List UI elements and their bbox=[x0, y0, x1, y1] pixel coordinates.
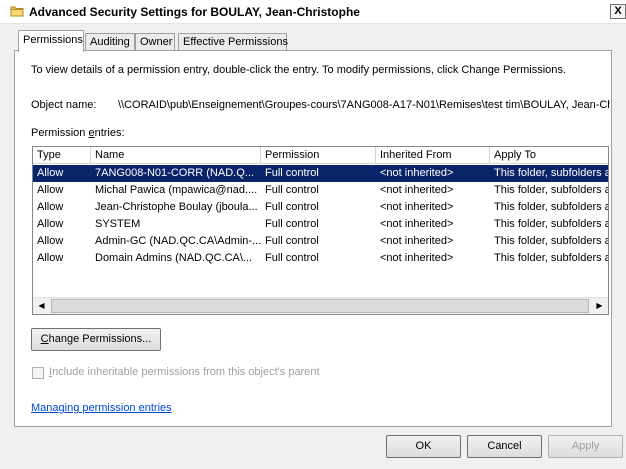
cell-apply-to: This folder, subfolders and files bbox=[494, 235, 608, 247]
scroll-right-button[interactable]: ▶ bbox=[591, 298, 608, 314]
change-permissions-button[interactable]: Change Permissions... bbox=[31, 328, 161, 351]
cell-permission: Full control bbox=[265, 235, 319, 247]
tab-auditing[interactable]: Auditing bbox=[85, 33, 135, 51]
include-inheritable-label: Include inheritable permissions from thi… bbox=[49, 366, 320, 378]
cell-apply-to: This folder, subfolders and files bbox=[494, 184, 608, 196]
cell-inherited-from: <not inherited> bbox=[380, 235, 454, 247]
cell-name: Domain Admins (NAD.QC.CA\... bbox=[95, 252, 253, 264]
table-row[interactable]: Allow 7ANG008-N01-CORR (NAD.Q... Full co… bbox=[33, 165, 608, 182]
cell-inherited-from: <not inherited> bbox=[380, 252, 454, 264]
cell-permission: Full control bbox=[265, 201, 319, 213]
chevron-left-icon: ◀ bbox=[38, 301, 45, 310]
table-row[interactable]: Allow Jean-Christophe Boulay (jboula... … bbox=[33, 199, 608, 216]
managing-permissions-link[interactable]: Managing permission entries bbox=[31, 402, 172, 414]
entries-label-part1: Permission bbox=[31, 127, 89, 139]
tab-effective-permissions-label: Effective Permissions bbox=[183, 36, 288, 48]
cell-inherited-from: <not inherited> bbox=[380, 167, 454, 179]
title-bar: Advanced Security Settings for BOULAY, J… bbox=[0, 0, 626, 24]
tab-permissions-label: Permissions bbox=[23, 34, 83, 46]
cell-permission: Full control bbox=[265, 252, 319, 264]
column-header-name[interactable]: Name bbox=[91, 147, 261, 164]
cell-type: Allow bbox=[37, 252, 64, 264]
close-icon: X bbox=[614, 5, 622, 17]
tab-effective-permissions[interactable]: Effective Permissions bbox=[178, 33, 288, 51]
cell-type: Allow bbox=[37, 218, 64, 230]
cell-type: Allow bbox=[37, 167, 64, 179]
permission-entries-list[interactable]: Type Name Permission Inherited From Appl… bbox=[32, 146, 609, 315]
scroll-left-button[interactable]: ◀ bbox=[33, 298, 50, 314]
scroll-thumb[interactable] bbox=[51, 299, 589, 313]
include-inheritable-text: nclude inheritable permissions from this… bbox=[52, 366, 320, 378]
table-row[interactable]: Allow Domain Admins (NAD.QC.CA\... Full … bbox=[33, 250, 608, 267]
entries-label-part2: ntries: bbox=[94, 127, 125, 139]
tab-auditing-label: Auditing bbox=[90, 36, 130, 48]
cell-apply-to: This folder, subfolders and files bbox=[494, 167, 608, 179]
cell-permission: Full control bbox=[265, 184, 319, 196]
cell-permission: Full control bbox=[265, 218, 319, 230]
change-permissions-accel: C bbox=[40, 333, 49, 345]
ok-button[interactable]: OK bbox=[386, 435, 461, 458]
column-header-inherited-from[interactable]: Inherited From bbox=[376, 147, 490, 164]
column-header-apply-to[interactable]: Apply To bbox=[490, 147, 608, 164]
table-row[interactable]: Allow SYSTEM Full control <not inherited… bbox=[33, 216, 608, 233]
change-permissions-label: hange Permissions... bbox=[48, 333, 152, 345]
cell-permission: Full control bbox=[265, 167, 319, 179]
cell-type: Allow bbox=[37, 201, 64, 213]
table-row[interactable]: Allow Admin-GC (NAD.QC.CA\Admin-... Full… bbox=[33, 233, 608, 250]
folder-icon bbox=[10, 4, 24, 18]
cell-name: Michal Pawica (mpawica@nad.... bbox=[95, 184, 258, 196]
apply-button[interactable]: Apply bbox=[548, 435, 623, 458]
cell-name: Jean-Christophe Boulay (jboula... bbox=[95, 201, 258, 213]
instructions-text: To view details of a permission entry, d… bbox=[31, 64, 566, 76]
cell-inherited-from: <not inherited> bbox=[380, 184, 454, 196]
cell-apply-to: This folder, subfolders and files bbox=[494, 201, 608, 213]
window-title: Advanced Security Settings for BOULAY, J… bbox=[29, 5, 360, 19]
cell-type: Allow bbox=[37, 184, 64, 196]
object-name-value: \\CORAID\pub\Enseignement\Groupes-cours\… bbox=[118, 99, 610, 111]
cell-name: 7ANG008-N01-CORR (NAD.Q... bbox=[95, 167, 254, 179]
cancel-button[interactable]: Cancel bbox=[467, 435, 542, 458]
list-header: Type Name Permission Inherited From Appl… bbox=[33, 147, 608, 164]
cell-name: Admin-GC (NAD.QC.CA\Admin-... bbox=[95, 235, 261, 247]
object-name-label: Object name: bbox=[31, 99, 97, 111]
permission-entries-label: Permission entries: bbox=[31, 127, 125, 139]
cell-type: Allow bbox=[37, 235, 64, 247]
cell-inherited-from: <not inherited> bbox=[380, 218, 454, 230]
close-button[interactable]: X bbox=[610, 4, 626, 19]
cell-apply-to: This folder, subfolders and files bbox=[494, 218, 608, 230]
column-header-permission[interactable]: Permission bbox=[261, 147, 376, 164]
tab-permissions[interactable]: Permissions bbox=[18, 30, 84, 52]
cell-name: SYSTEM bbox=[95, 218, 141, 230]
cell-inherited-from: <not inherited> bbox=[380, 201, 454, 213]
horizontal-scrollbar[interactable]: ◀ ▶ bbox=[33, 297, 608, 314]
include-inheritable-checkbox[interactable] bbox=[32, 367, 44, 379]
column-header-type[interactable]: Type bbox=[33, 147, 91, 164]
table-row[interactable]: Allow Michal Pawica (mpawica@nad.... Ful… bbox=[33, 182, 608, 199]
tab-owner-label: Owner bbox=[140, 36, 173, 48]
cell-apply-to: This folder, subfolders and files bbox=[494, 252, 608, 264]
permissions-panel: To view details of a permission entry, d… bbox=[14, 50, 612, 427]
chevron-right-icon: ▶ bbox=[596, 301, 603, 310]
tab-owner[interactable]: Owner bbox=[135, 33, 175, 51]
